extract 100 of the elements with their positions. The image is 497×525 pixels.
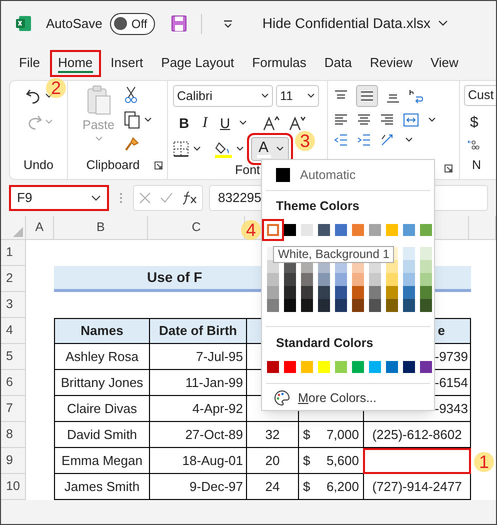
customize-toolbar-icon[interactable]: [222, 18, 234, 28]
more-options-icon[interactable]: [119, 192, 123, 204]
autosave-toggle[interactable]: Off: [110, 12, 156, 34]
function-icon[interactable]: [182, 191, 198, 205]
color-swatch[interactable]: [386, 360, 398, 372]
column-header[interactable]: B: [96, 218, 105, 237]
color-swatch[interactable]: [386, 224, 398, 236]
select-all-icon[interactable]: [12, 227, 23, 237]
color-swatch[interactable]: [267, 360, 279, 372]
color-swatch[interactable]: [420, 224, 432, 236]
color-swatch[interactable]: [420, 260, 432, 273]
color-swatch[interactable]: [335, 272, 347, 286]
dialog-launcher-icon[interactable]: [154, 161, 163, 170]
increase-font-size-icon[interactable]: [263, 115, 281, 131]
ribbon-tab[interactable]: Insert: [102, 50, 152, 76]
color-swatch[interactable]: [335, 224, 347, 236]
align-middle-button[interactable]: [356, 85, 378, 107]
color-swatch[interactable]: [386, 286, 398, 299]
chevron-down-icon[interactable]: [428, 117, 436, 123]
column-header[interactable]: C: [192, 218, 201, 237]
dialog-launcher-icon[interactable]: [444, 164, 453, 173]
check-icon[interactable]: [160, 192, 172, 204]
chevron-down-icon[interactable]: [193, 146, 201, 152]
color-swatch[interactable]: [352, 224, 364, 236]
save-icon[interactable]: [171, 15, 188, 32]
color-swatch[interactable]: [369, 360, 381, 372]
color-swatch[interactable]: [301, 224, 313, 236]
color-swatch[interactable]: [301, 298, 313, 312]
color-swatch[interactable]: [284, 286, 296, 299]
color-swatch[interactable]: [301, 360, 313, 372]
ribbon-tab[interactable]: Home: [50, 50, 101, 76]
chevron-down-icon[interactable]: [236, 146, 244, 152]
chevron-down-icon[interactable]: [405, 137, 413, 143]
color-swatch[interactable]: [386, 298, 398, 312]
color-swatch[interactable]: [403, 286, 415, 299]
color-swatch[interactable]: [403, 224, 415, 236]
color-swatch[interactable]: [284, 360, 296, 372]
color-swatch[interactable]: [352, 360, 364, 372]
ribbon-tab[interactable]: Formulas: [244, 50, 314, 76]
color-swatch[interactable]: [352, 286, 364, 299]
decrease-indent-icon[interactable]: [334, 133, 348, 147]
chevron-down-icon[interactable]: [239, 120, 247, 126]
color-swatch[interactable]: [284, 298, 296, 312]
wrap-text-icon[interactable]: [408, 88, 424, 104]
color-swatch[interactable]: [267, 298, 279, 312]
bold-button[interactable]: B: [177, 112, 191, 134]
color-swatch[interactable]: [420, 246, 432, 260]
borders-icon[interactable]: [173, 141, 189, 157]
color-swatch[interactable]: [284, 272, 296, 286]
column-header[interactable]: A: [35, 218, 44, 237]
color-swatch[interactable]: [369, 224, 381, 236]
decrease-font-size-icon[interactable]: [289, 115, 307, 131]
italic-button[interactable]: I: [199, 112, 211, 134]
automatic-option[interactable]: Automatic: [262, 160, 434, 190]
color-swatch[interactable]: [352, 298, 364, 312]
currency-button[interactable]: $: [464, 112, 496, 134]
color-swatch[interactable]: [369, 298, 381, 312]
ribbon-tab[interactable]: View: [422, 50, 466, 76]
color-swatch[interactable]: [284, 224, 296, 236]
color-swatch[interactable]: [267, 286, 279, 299]
color-swatch[interactable]: [386, 272, 398, 286]
merge-cells-icon[interactable]: [403, 113, 419, 127]
copy-icon[interactable]: [124, 111, 140, 129]
underline-button[interactable]: U: [219, 112, 231, 134]
color-swatch[interactable]: [335, 360, 347, 372]
color-swatch[interactable]: [335, 298, 347, 312]
ribbon-tab[interactable]: Review: [362, 50, 420, 76]
fill-color-icon[interactable]: [215, 140, 232, 158]
color-swatch[interactable]: [420, 272, 432, 286]
color-swatch[interactable]: [403, 272, 415, 286]
color-swatch[interactable]: [369, 272, 381, 286]
color-swatch[interactable]: [420, 360, 432, 372]
align-center-icon[interactable]: [357, 113, 371, 127]
increase-indent-icon[interactable]: [357, 133, 371, 147]
align-left-icon[interactable]: [334, 113, 348, 127]
color-swatch[interactable]: [352, 272, 364, 286]
ribbon-tab[interactable]: File: [11, 50, 48, 76]
color-swatch[interactable]: [318, 272, 330, 286]
align-right-icon[interactable]: [380, 113, 394, 127]
color-swatch[interactable]: [420, 298, 432, 312]
chevron-down-icon[interactable]: [438, 20, 448, 27]
color-swatch[interactable]: [318, 360, 330, 372]
name-box[interactable]: F9: [9, 185, 109, 211]
color-swatch[interactable]: [318, 286, 330, 299]
selected-cell[interactable]: [363, 448, 471, 474]
chevron-down-icon[interactable]: [144, 117, 152, 123]
color-swatch[interactable]: [267, 272, 279, 286]
color-swatch[interactable]: [301, 272, 313, 286]
file-name[interactable]: Hide Confidential Data.xlsx: [262, 13, 430, 34]
color-swatch[interactable]: [403, 246, 415, 260]
column-header[interactable]: [469, 216, 496, 240]
chevron-down-icon[interactable]: [44, 93, 52, 99]
format-painter-icon[interactable]: [124, 136, 140, 152]
color-swatch[interactable]: [403, 360, 415, 372]
ribbon-tab[interactable]: Page Layout: [153, 50, 242, 76]
color-swatch[interactable]: [369, 286, 381, 299]
color-swatch[interactable]: [403, 298, 415, 312]
scissors-icon[interactable]: [124, 86, 138, 104]
color-swatch[interactable]: [269, 226, 277, 234]
font-name-dropdown[interactable]: Calibri: [173, 85, 273, 107]
